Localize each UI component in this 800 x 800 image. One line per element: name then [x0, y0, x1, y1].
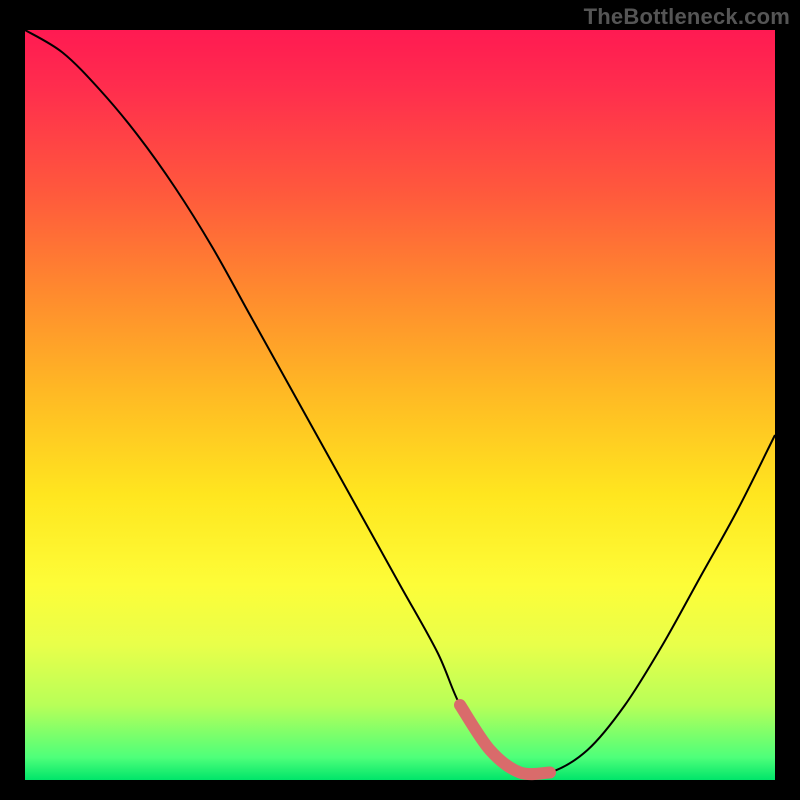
chart-frame: TheBottleneck.com [0, 0, 800, 800]
plot-area [25, 30, 775, 780]
highlight-segment [460, 705, 550, 774]
watermark-text: TheBottleneck.com [584, 4, 790, 30]
curve-overlay [25, 30, 775, 780]
bottleneck-curve [25, 30, 775, 775]
